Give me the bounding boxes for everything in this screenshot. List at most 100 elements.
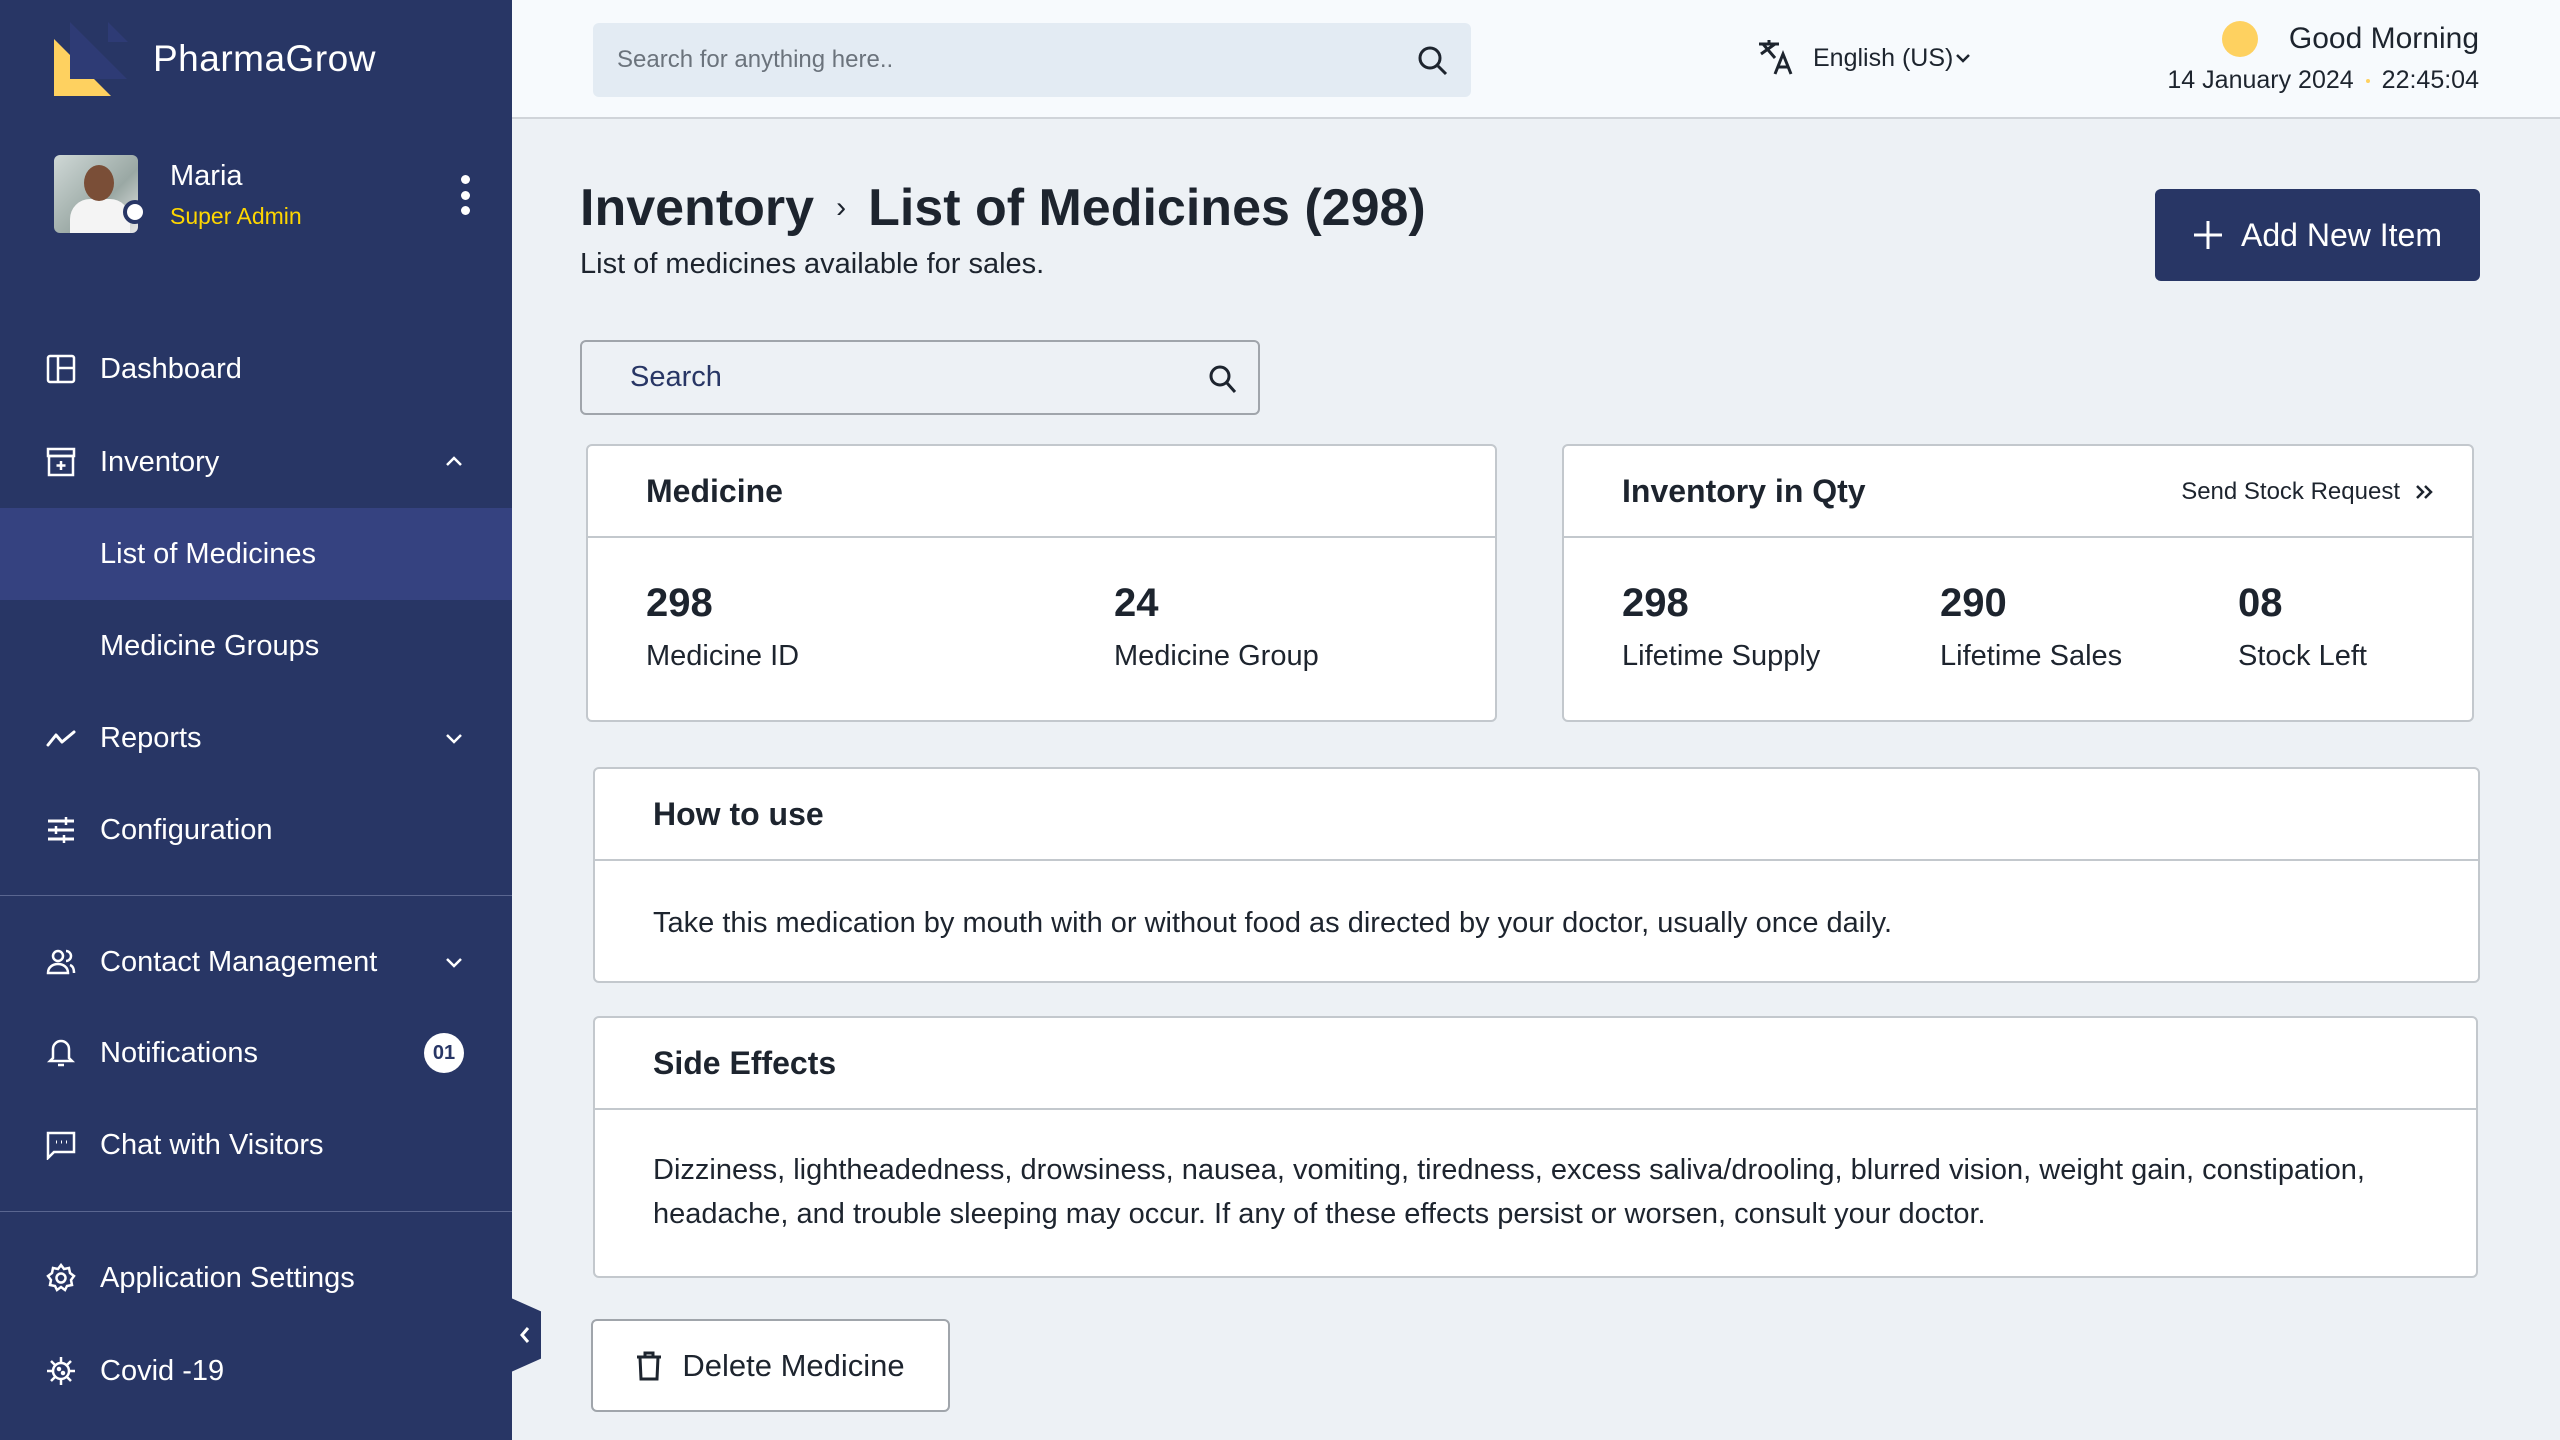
card-header: Inventory in Qty Send Stock Request (1564, 446, 2472, 538)
card-title: How to use (595, 769, 2478, 861)
side-effects-text: Dizziness, lightheadedness, drowsiness, … (653, 1154, 2365, 1230)
search-placeholder: Search for anything here.. (617, 46, 894, 73)
stat-lifetime-supply: 298 Lifetime Supply (1622, 581, 1820, 673)
user-name: Maria (170, 160, 243, 192)
chevron-up-icon (446, 456, 462, 466)
more-options-icon[interactable] (455, 175, 475, 215)
stat-stock-left: 08 Stock Left (2238, 581, 2367, 673)
chevron-down-icon (446, 958, 462, 968)
sidebar-item-chat-with-visitors[interactable]: Chat with Visitors (0, 1099, 512, 1191)
inventory-qty-card: Inventory in Qty Send Stock Request 298 L… (1562, 444, 2474, 722)
stat-medicine-group: 24 Medicine Group (1114, 581, 1319, 673)
sidebar-item-label: Chat with Visitors (100, 1128, 324, 1161)
sidebar-item-label: Medicine Groups (100, 629, 320, 662)
card-title: Inventory in Qty (1622, 472, 1866, 509)
current-date: 14 January 2024 (2167, 66, 2354, 94)
gear-icon (46, 1263, 76, 1292)
reports-icon (46, 730, 76, 747)
users-icon (46, 949, 76, 975)
avatar[interactable] (54, 155, 138, 233)
add-new-item-button[interactable]: Add New Item (2155, 189, 2480, 281)
stat-label: Medicine ID (646, 640, 800, 672)
sun-icon (2222, 21, 2258, 57)
sidebar-divider (0, 1211, 512, 1212)
chevron-left-icon (520, 1327, 530, 1343)
card-title: Medicine (588, 446, 1495, 538)
user-role: Super Admin (170, 203, 302, 229)
global-search-input[interactable]: Search for anything here.. (593, 23, 1471, 97)
stat-label: Lifetime Sales (1940, 640, 2123, 672)
stat-label: Stock Left (2238, 640, 2367, 672)
sidebar-item-label: Contact Management (100, 945, 378, 978)
current-time: 22:45:04 (2381, 66, 2479, 94)
page-title: List of Medicines (298) (868, 179, 1426, 237)
stat-value: 24 (1114, 581, 1159, 625)
search-placeholder: Search (630, 361, 722, 393)
chevron-down-icon (1956, 54, 1971, 63)
sidebar-item-notifications[interactable]: Notifications 01 (0, 1007, 512, 1099)
sidebar-item-label: Notifications (100, 1036, 258, 1069)
date-time: 14 January 2024 22:45:04 (2167, 66, 2479, 95)
stat-label: Lifetime Supply (1622, 640, 1821, 672)
sidebar-item-label: List of Medicines (100, 537, 316, 570)
sidebar-item-application-settings[interactable]: Application Settings (0, 1232, 512, 1324)
stat-label: Medicine Group (1114, 640, 1319, 672)
search-icon[interactable] (1208, 364, 1238, 394)
stat-value: 08 (2238, 581, 2283, 625)
virus-icon (47, 1357, 75, 1385)
sidebar-item-dashboard[interactable]: Dashboard (0, 323, 512, 415)
sidebar-item-medicine-groups[interactable]: Medicine Groups (0, 600, 512, 692)
dashboard-icon (46, 354, 76, 384)
pharmagrow-logo (54, 22, 128, 96)
send-stock-request-link[interactable]: Send Stock Request (2181, 478, 2434, 506)
medicine-search-input[interactable]: Search (580, 340, 1260, 415)
online-status-icon (123, 200, 147, 224)
sidebar-item-list-of-medicines[interactable]: List of Medicines (0, 508, 512, 600)
inventory-icon (46, 447, 76, 477)
how-to-use-text: Take this medication by mouth with or wi… (653, 907, 1893, 939)
sliders-icon (48, 817, 74, 843)
stat-medicine-id: 298 Medicine ID (646, 581, 799, 673)
stat-value: 298 (646, 581, 713, 625)
language-selector[interactable]: English (US) (1757, 40, 1973, 76)
side-effects-card: Side Effects Dizziness, lightheadedness,… (593, 1016, 2478, 1278)
how-to-use-card: How to use Take this medication by mouth… (593, 767, 2480, 983)
link-label: Send Stock Request (2181, 478, 2400, 505)
trash-icon (637, 1351, 662, 1380)
sidebar-item-configuration[interactable]: Configuration (0, 784, 512, 876)
stat-lifetime-sales: 290 Lifetime Sales (1940, 581, 2122, 673)
sidebar-item-label: Inventory (100, 445, 220, 478)
separator-dot (2365, 78, 2370, 83)
chevron-down-icon (446, 734, 462, 744)
chat-icon (46, 1131, 76, 1160)
sidebar-item-contact-management[interactable]: Contact Management (0, 916, 512, 1008)
sidebar-item-inventory[interactable]: Inventory (0, 416, 512, 508)
search-icon[interactable] (1417, 45, 1449, 77)
breadcrumb: Inventory › List of Medicines (298) (580, 178, 1426, 238)
double-chevron-right-icon (2416, 485, 2433, 499)
greeting: Good Morning (2288, 22, 2479, 55)
collapse-sidebar-button[interactable] (511, 1298, 541, 1372)
sidebar-item-covid-19[interactable]: Covid -19 (0, 1325, 512, 1417)
sidebar-item-label: Dashboard (100, 352, 242, 385)
translate-icon (1759, 40, 1793, 75)
sidebar-item-label: Configuration (100, 813, 273, 846)
sidebar-divider (0, 895, 512, 896)
medicine-card: Medicine 298 Medicine ID 24 Medicine Group (586, 444, 1497, 722)
notification-count-badge: 01 (424, 1033, 464, 1073)
delete-button-label: Delete Medicine (682, 1347, 905, 1383)
card-title: Side Effects (595, 1018, 2476, 1110)
sidebar-item-label: Covid -19 (100, 1354, 225, 1387)
stat-value: 298 (1622, 581, 1689, 625)
stat-value: 290 (1940, 581, 2007, 625)
breadcrumb-inventory[interactable]: Inventory (580, 178, 814, 238)
bell-icon (46, 1039, 76, 1067)
page-subtitle: List of medicines available for sales. (580, 248, 1045, 280)
sidebar-item-label: Reports (100, 721, 202, 754)
language-label: English (US) (1813, 43, 1954, 72)
sidebar-item-reports[interactable]: Reports (0, 692, 512, 784)
add-button-label: Add New Item (2241, 216, 2442, 253)
delete-medicine-button[interactable]: Delete Medicine (591, 1319, 950, 1412)
sidebar-item-label: Application Settings (100, 1261, 355, 1294)
app-name: PharmaGrow (153, 38, 376, 79)
